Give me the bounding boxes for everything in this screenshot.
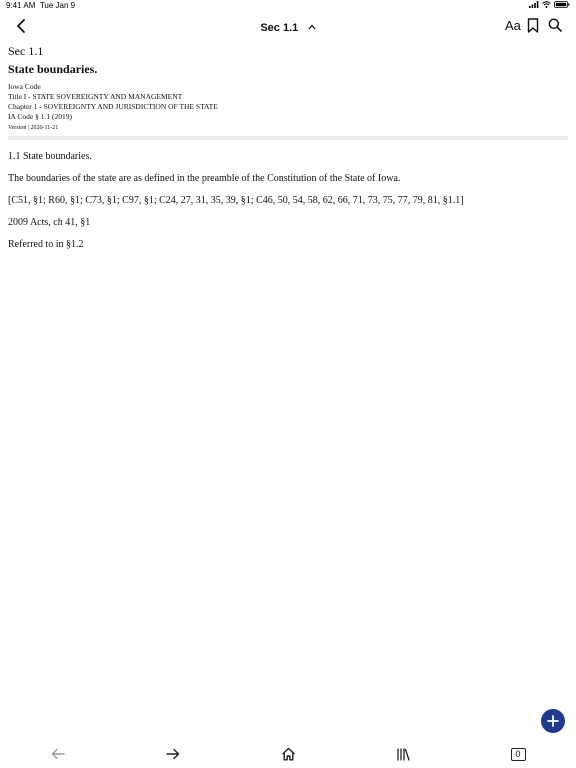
status-icons: [529, 1, 570, 8]
status-bar: 9:41 AM Tue Jan 9: [0, 0, 576, 12]
section-title-button[interactable]: Sec 1.1: [260, 18, 316, 35]
meta-title: Title I - STATE SOVEREIGNTY AND MANAGEME…: [8, 92, 183, 101]
meta-chapter: Chapter 1 - SOVEREIGNTY AND JURISDICTION…: [8, 102, 218, 111]
document-content: Sec 1.1 State boundaries. Iowa Code Titl…: [8, 44, 568, 260]
wifi-icon: [542, 1, 551, 8]
paragraph: 2009 Acts, ch 41, §1: [8, 217, 91, 228]
back-button[interactable]: [12, 16, 32, 36]
section-label: Sec 1.1: [8, 44, 44, 58]
library-button[interactable]: [395, 746, 411, 762]
paragraph: 1.1 State boundaries.: [8, 151, 92, 162]
status-date: Tue Jan 9: [39, 1, 76, 10]
back-nav-button[interactable]: [50, 746, 66, 762]
navigation-bar: Sec 1.1 Aa: [0, 12, 576, 40]
chevron-up-icon: [308, 24, 316, 30]
section-heading: State boundaries.: [8, 62, 98, 76]
reference-note: Referred to in §1.2: [8, 239, 84, 250]
font-size-button[interactable]: Aa: [505, 18, 521, 33]
history-citation: [C51, §1; R60, §1; C73, §1; C97, §1; C24…: [8, 195, 464, 206]
signal-icon: [529, 1, 539, 8]
library-icon: [397, 747, 410, 761]
status-time: 9:41 AM Tue Jan 9: [6, 1, 76, 10]
plus-icon: [547, 715, 559, 727]
bottom-toolbar: 0: [0, 740, 576, 768]
paragraph: The boundaries of the state are as defin…: [8, 173, 401, 184]
meta-citation: IA Code § 1.1 (2019): [8, 112, 72, 121]
back-chevron-icon: [17, 19, 25, 33]
arrow-left-icon: [51, 748, 65, 760]
add-button[interactable]: [541, 709, 565, 733]
arrow-right-icon: [166, 748, 180, 760]
version-line: Version | 2020-11-21: [8, 125, 59, 131]
tabs-button[interactable]: 0: [510, 746, 526, 762]
home-button[interactable]: [280, 746, 296, 762]
forward-nav-button[interactable]: [165, 746, 181, 762]
meta-code: Iowa Code: [8, 82, 41, 91]
bookmark-icon: [527, 18, 539, 33]
tabs-icon: 0: [510, 747, 526, 761]
search-button[interactable]: [548, 18, 562, 37]
search-icon: [548, 18, 562, 32]
header-divider: [8, 136, 568, 140]
home-icon: [281, 747, 295, 761]
battery-icon: [554, 1, 570, 8]
bookmark-button[interactable]: [527, 18, 539, 38]
nav-title: Sec 1.1: [260, 22, 299, 34]
